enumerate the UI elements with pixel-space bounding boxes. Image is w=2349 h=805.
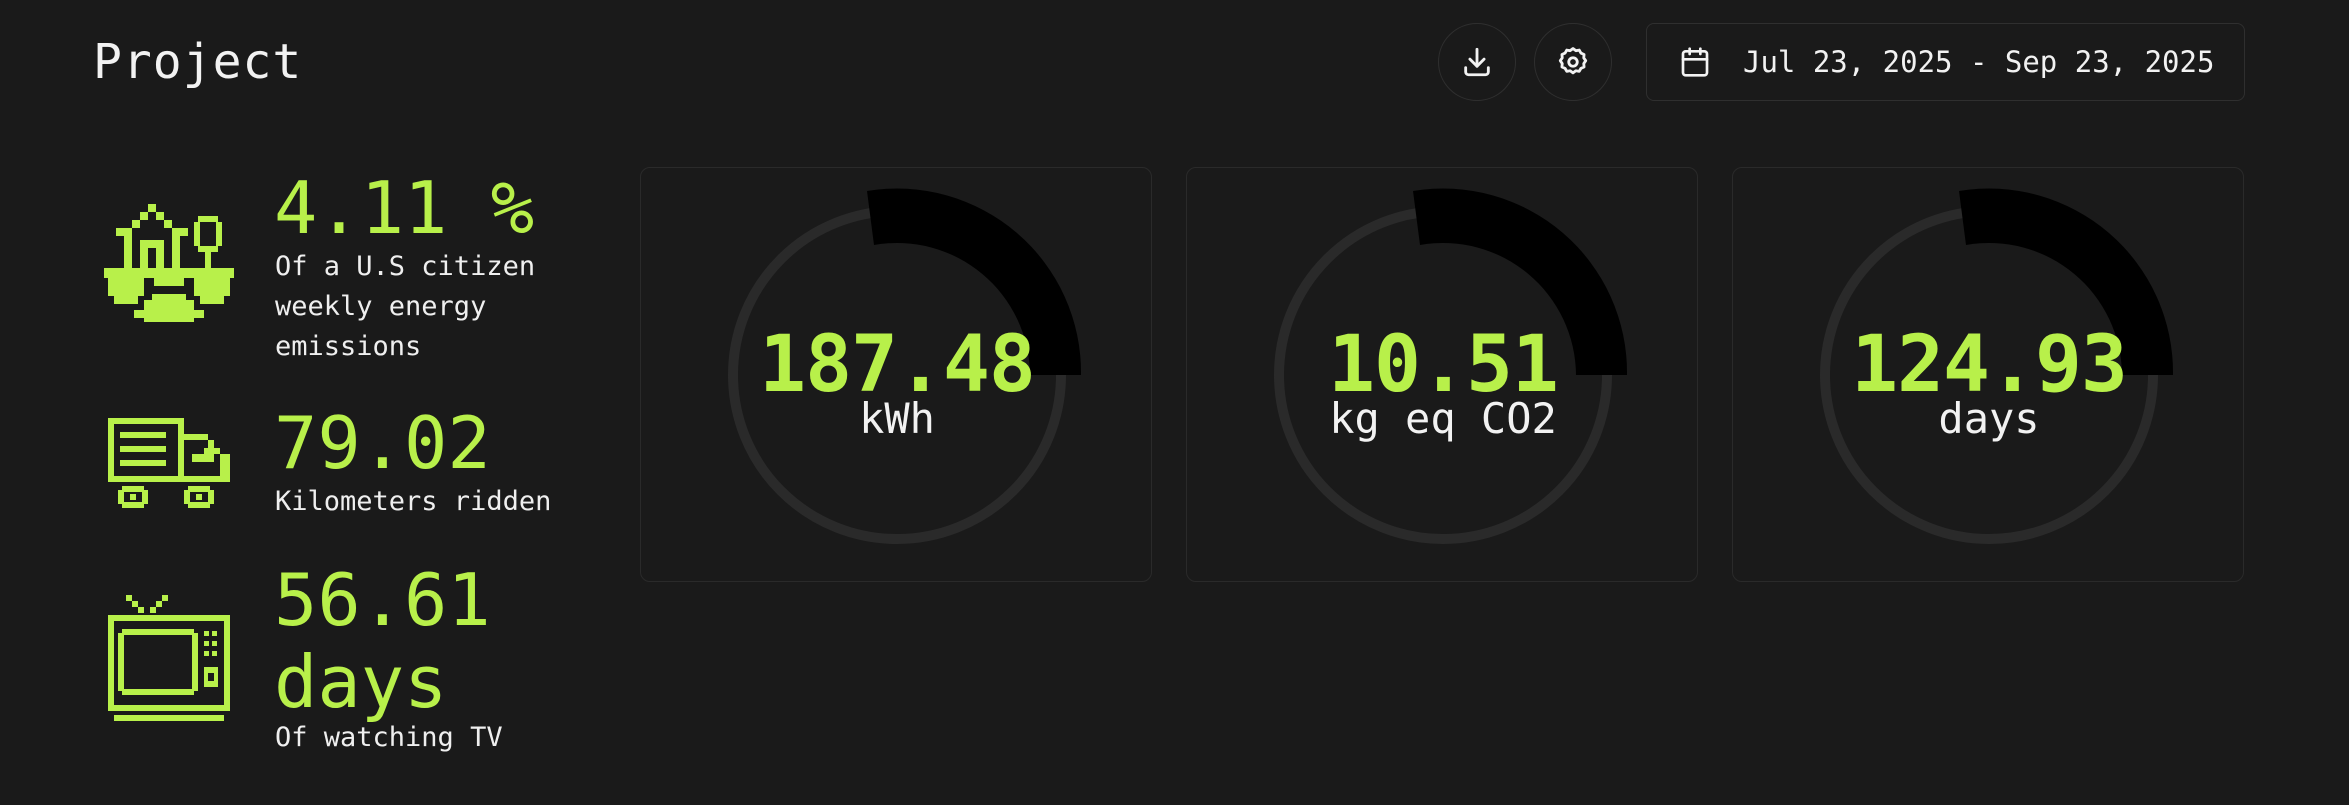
truck-icon bbox=[108, 418, 230, 508]
date-range-picker[interactable]: Jul 23, 2025 - Sep 23, 2025 bbox=[1646, 23, 2245, 101]
settings-button[interactable] bbox=[1534, 23, 1612, 101]
tv-icon bbox=[108, 595, 230, 721]
energy-card: 187.48 kWh bbox=[640, 167, 1152, 582]
page-title: Project bbox=[93, 34, 303, 90]
date-range-text: Jul 23, 2025 - Sep 23, 2025 bbox=[1743, 45, 2215, 79]
house-icon bbox=[104, 204, 234, 322]
stat-value-emissions: 4.11 % bbox=[274, 166, 535, 250]
energy-unit: kWh bbox=[859, 394, 935, 443]
gear-icon bbox=[1558, 47, 1588, 75]
download-icon bbox=[1464, 47, 1490, 77]
days-card: 124.93 days bbox=[1732, 167, 2244, 582]
stat-value-kilometers: 79.02 bbox=[274, 401, 491, 485]
stat-desc-kilometers: Kilometers ridden bbox=[275, 486, 552, 517]
stat-desc-emissions: Of a U.S citizen weekly energy emissions bbox=[275, 251, 536, 362]
dashboard: Project Jul 23, 2025 - Sep 23, 2025 4.11… bbox=[0, 0, 2349, 805]
calendar-icon bbox=[1681, 47, 1709, 77]
co2-card: 10.51 kg eq CO2 bbox=[1186, 167, 1698, 582]
stat-value-tv: 56.61 days bbox=[274, 558, 491, 724]
download-button[interactable] bbox=[1438, 23, 1516, 101]
stat-desc-tv: Of watching TV bbox=[275, 722, 503, 753]
co2-unit: kg eq CO2 bbox=[1329, 394, 1557, 443]
days-unit: days bbox=[1938, 394, 2040, 443]
